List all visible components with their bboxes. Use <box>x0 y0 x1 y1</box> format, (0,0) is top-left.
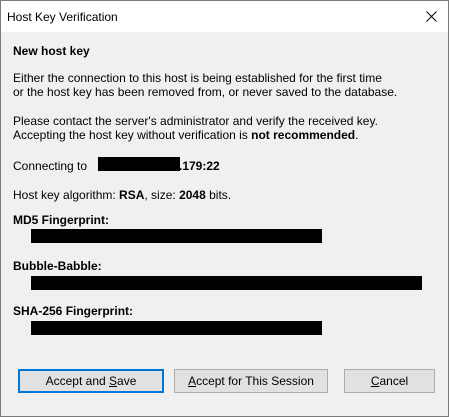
host-key-dialog: Host Key Verification New host key Eithe… <box>0 0 449 417</box>
contact-line-2: Accepting the host key without verificat… <box>13 128 358 142</box>
redacted-host <box>98 157 180 171</box>
md5-label: MD5 Fingerprint: <box>13 213 109 227</box>
intro-line-2: or the host key has been removed from, o… <box>13 85 398 99</box>
intro-line-1: Either the connection to this host is be… <box>13 71 382 85</box>
sha256-label: SHA-256 Fingerprint: <box>13 304 134 318</box>
accept-session-label-post: ccept for This Session <box>196 374 314 388</box>
dialog-content: New host key Either the connection to th… <box>1 32 448 416</box>
connecting-suffix: .179:22 <box>179 159 220 173</box>
contact-line-2-prefix: Accepting the host key without verificat… <box>13 128 252 142</box>
size-value: 2048 <box>179 188 206 202</box>
sha256-fingerprint-redacted <box>31 321 322 335</box>
heading: New host key <box>13 44 90 58</box>
accept-save-mnemonic: S <box>109 374 118 388</box>
algorithm-value: RSA <box>119 188 145 202</box>
close-icon[interactable] <box>426 11 437 22</box>
accept-save-label-pre: Accept and <box>45 374 109 388</box>
window-title: Host Key Verification <box>7 10 118 24</box>
size-prefix: , size: <box>144 188 180 202</box>
host-key-algorithm: Host key algorithm: RSA, size: 2048 bits… <box>13 188 231 202</box>
algorithm-prefix: Host key algorithm: <box>13 188 120 202</box>
accept-for-session-button[interactable]: Accept for This Session <box>174 369 328 393</box>
cancel-button[interactable]: Cancel <box>344 369 435 393</box>
bubble-babble-redacted <box>31 276 422 290</box>
size-suffix: bits. <box>205 188 232 202</box>
contact-line-2-suffix: . <box>355 128 359 142</box>
accept-session-mnemonic: A <box>188 374 197 388</box>
md5-fingerprint-redacted <box>31 229 322 243</box>
close-button[interactable] <box>414 1 448 32</box>
accept-and-save-button[interactable]: Accept and Save <box>18 369 164 393</box>
not-recommended-text: not recommended <box>251 128 356 142</box>
connecting-prefix: Connecting to <box>13 159 88 173</box>
bubble-babble-label: Bubble-Babble: <box>13 259 102 273</box>
contact-line-1: Please contact the server's administrato… <box>13 114 378 128</box>
title-bar: Host Key Verification <box>1 1 448 32</box>
cancel-label-post: ancel <box>379 374 409 388</box>
accept-save-label-post: ave <box>117 374 137 388</box>
